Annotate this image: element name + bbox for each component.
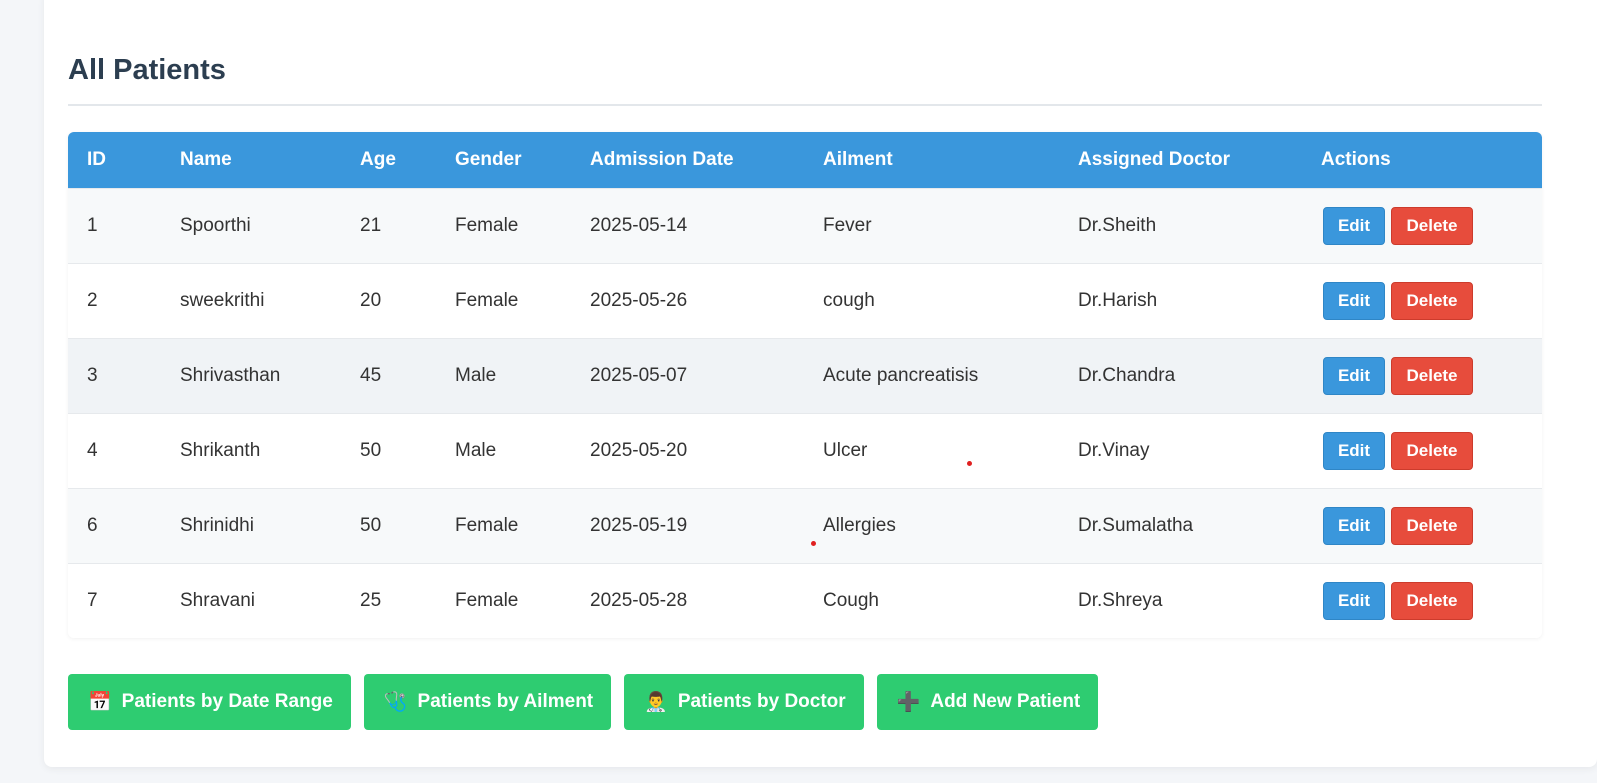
table-row: 7 Shravani 25 Female 2025-05-28 Cough Dr.Shrey… — [68, 563, 1542, 638]
header-actions: Actions — [1321, 148, 1391, 170]
delete-button[interactable]: Delete — [1391, 356, 1473, 395]
cell-admission-date: 2025-05-28 — [590, 589, 688, 611]
delete-button[interactable]: Delete — [1391, 431, 1473, 470]
title-divider — [68, 104, 1542, 106]
action-label: Patients by Doctor — [677, 691, 846, 712]
cell-name: Shravani — [180, 589, 255, 611]
cell-admission-date: 2025-05-07 — [590, 364, 688, 386]
header-name: Name — [180, 148, 232, 170]
cell-id: 1 — [87, 214, 98, 236]
cell-gender: Male — [455, 439, 497, 461]
table-row: 6 Shrinidhi 50 Female 2025-05-19 Allergies Dr.… — [68, 488, 1542, 563]
cell-gender: Female — [455, 514, 519, 536]
cell-name: Shrikanth — [180, 439, 261, 461]
cell-id: 3 — [87, 364, 98, 386]
cell-ailment: Allergies — [823, 514, 896, 536]
cell-age: 50 — [360, 439, 382, 461]
edit-button[interactable]: Edit — [1323, 581, 1385, 620]
cell-actions: Edit Delete — [1302, 413, 1542, 488]
cell-assigned-doctor: Dr.Chandra — [1078, 364, 1176, 386]
header-id: ID — [87, 148, 106, 170]
cell-admission-date: 2025-05-26 — [590, 289, 688, 311]
delete-button[interactable]: Delete — [1391, 581, 1473, 620]
table-row: 3 Shrivasthan 45 Male 2025-05-07 Acute pancre… — [68, 338, 1542, 413]
header-admission-date: Admission Date — [590, 148, 734, 170]
cell-id: 7 — [87, 589, 98, 611]
add-new-patient-button[interactable]: ➕ Add New Patient — [876, 674, 1099, 730]
cell-age: 20 — [360, 289, 382, 311]
edit-button[interactable]: Edit — [1323, 206, 1385, 245]
table-row: 4 Shrikanth 50 Male 2025-05-20 Ulcer Dr.Vinay E… — [68, 413, 1542, 488]
cell-assigned-doctor: Dr.Sumalatha — [1078, 514, 1194, 536]
cell-ailment: Fever — [823, 214, 872, 236]
cell-actions: Edit Delete — [1302, 338, 1542, 413]
patients-by-date-range-button[interactable]: 📅 Patients by Date Range — [68, 674, 351, 730]
cell-actions: Edit Delete — [1302, 263, 1542, 338]
cell-name: Shrinidhi — [180, 514, 254, 536]
cell-actions: Edit Delete — [1302, 563, 1542, 638]
stethoscope-icon: 🩺 — [383, 692, 408, 713]
cell-admission-date: 2025-05-14 — [590, 214, 688, 236]
cell-age: 25 — [360, 589, 382, 611]
cell-admission-date: 2025-05-20 — [590, 439, 688, 461]
cell-actions: Edit Delete — [1302, 188, 1542, 263]
header-age: Age — [360, 148, 396, 170]
header-assigned-doctor: Assigned Doctor — [1078, 148, 1231, 170]
cell-id: 2 — [87, 289, 98, 311]
cell-assigned-doctor: Dr.Shreya — [1078, 589, 1163, 611]
delete-button[interactable]: Delete — [1391, 506, 1473, 545]
cell-ailment: Ulcer — [823, 439, 868, 461]
patients-table-container: ID Name Age Gender Admission Date Ailmen… — [68, 132, 1542, 638]
patients-card: All Patients ID Name Age Gender Admissio… — [44, 0, 1597, 767]
patients-table: ID Name Age Gender Admission Date Ailmen… — [68, 132, 1542, 638]
patients-by-doctor-button[interactable]: 👨‍⚕️ Patients by Doctor — [624, 674, 864, 730]
doctor-icon: 👨‍⚕️ — [644, 692, 668, 713]
cell-id: 4 — [87, 439, 98, 461]
edit-button[interactable]: Edit — [1323, 431, 1385, 470]
edit-button[interactable]: Edit — [1323, 506, 1385, 545]
cell-age: 21 — [360, 214, 382, 236]
patients-by-ailment-button[interactable]: 🩺 Patients by Ailment — [363, 674, 612, 730]
action-label: Patients by Ailment — [417, 691, 594, 712]
edit-button[interactable]: Edit — [1323, 356, 1385, 395]
cell-name: Shrivasthan — [180, 364, 281, 386]
report-actions-bar: 📅 Patients by Date Range 🩺 Patients by Ailm… — [68, 674, 1099, 730]
cell-age: 50 — [360, 514, 382, 536]
action-label: Add New Patient — [930, 691, 1081, 712]
calendar-icon: 📅 — [88, 692, 112, 713]
cell-assigned-doctor: Dr.Sheith — [1078, 214, 1157, 236]
cell-assigned-doctor: Dr.Harish — [1078, 289, 1158, 311]
red-dot-marker — [811, 541, 816, 546]
table-header-row: ID Name Age Gender Admission Date Ailmen… — [68, 132, 1542, 188]
table-row: 2 sweekrithi 20 Female 2025-05-26 cough Dr.Har… — [68, 263, 1542, 338]
header-gender: Gender — [455, 148, 522, 170]
red-dot-marker — [967, 461, 972, 466]
page-title: All Patients — [68, 54, 226, 86]
cell-gender: Female — [455, 289, 519, 311]
cell-name: sweekrithi — [180, 289, 265, 311]
cell-gender: Male — [455, 364, 497, 386]
plus-icon: ➕ — [896, 692, 921, 713]
cell-age: 45 — [360, 364, 382, 386]
action-label: Patients by Date Range — [121, 691, 333, 712]
table-row: 1 Spoorthi 21 Female 2025-05-14 Fever Dr.Sheit… — [68, 188, 1542, 263]
delete-button[interactable]: Delete — [1391, 281, 1473, 320]
cell-ailment: cough — [823, 289, 875, 311]
header-ailment: Ailment — [823, 148, 893, 170]
cell-assigned-doctor: Dr.Vinay — [1078, 439, 1150, 461]
cell-gender: Female — [455, 214, 519, 236]
cell-ailment: Cough — [823, 589, 879, 611]
edit-button[interactable]: Edit — [1323, 281, 1385, 320]
cell-gender: Female — [455, 589, 519, 611]
cell-admission-date: 2025-05-19 — [590, 514, 688, 536]
delete-button[interactable]: Delete — [1391, 206, 1473, 245]
cell-id: 6 — [87, 514, 98, 536]
cell-ailment: Acute pancreatisis — [823, 364, 979, 386]
cell-name: Spoorthi — [180, 214, 251, 236]
cell-actions: Edit Delete — [1302, 488, 1542, 563]
